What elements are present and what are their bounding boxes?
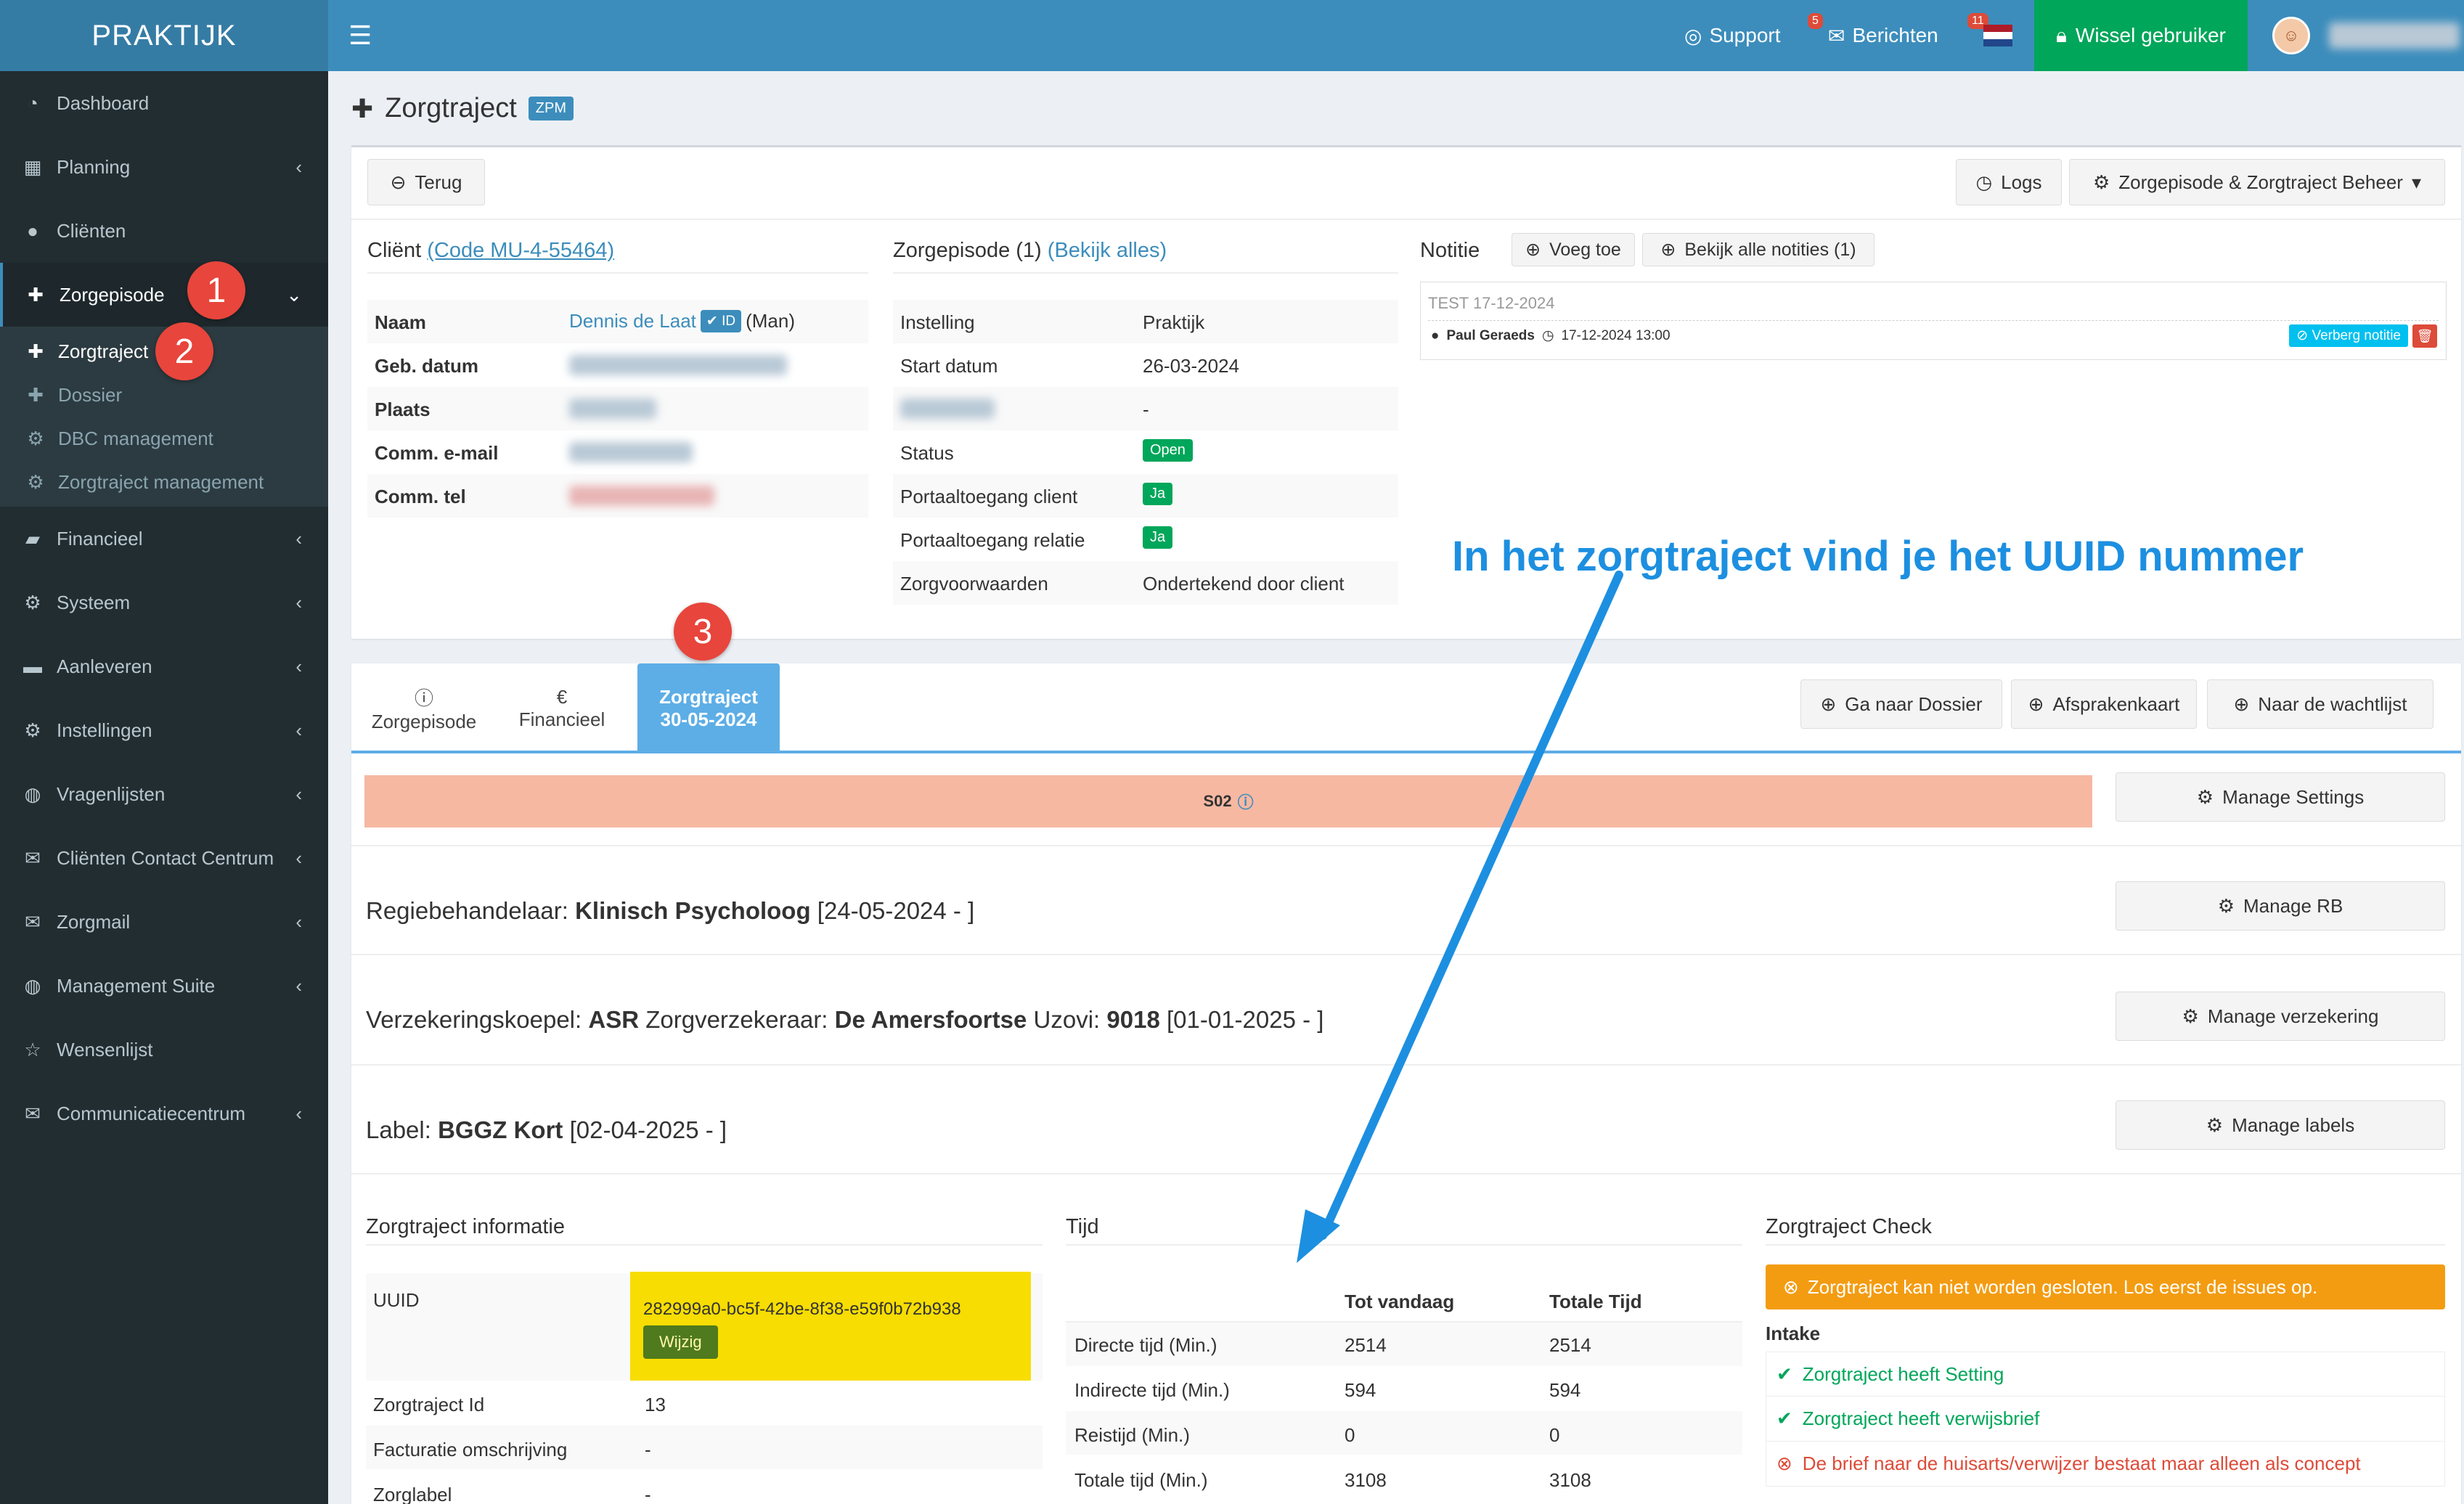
chevron-left-icon: ‹ (295, 591, 302, 613)
switch-user-button[interactable]: 🔒︎ Wissel gebruiker (2034, 0, 2248, 71)
sidebar-item-aanleveren[interactable]: ▬ Aanleveren ‹ (0, 634, 328, 698)
medkit-icon: ✚ (28, 383, 44, 406)
sidebar-item-financieel[interactable]: ▰ Financieel ‹ (0, 507, 328, 571)
sidebar-item-planning[interactable]: ▦ Planning ‹ (0, 135, 328, 199)
sidebar-item-label: Wensenlijst (57, 1038, 153, 1060)
annotation-arrow (1297, 571, 1623, 1263)
sidebar-item-vragenlijsten[interactable]: ◍ Vragenlijsten ‹ (0, 762, 328, 826)
sidebar-item-label: Zorgmail (57, 910, 131, 933)
step-marker-2: 2 (155, 322, 213, 380)
star-icon: ☆ (24, 1038, 41, 1060)
book-icon: ▰ (25, 527, 40, 549)
sidebar-item-label: Vragenlijsten (57, 782, 166, 805)
chevron-down-icon: ⌄ (286, 283, 302, 306)
medkit-icon: ✚ (28, 283, 44, 306)
support-button[interactable]: ◎ Support 5 (1684, 0, 1823, 71)
sidebar-item-label: Communicatiecentrum (57, 1102, 246, 1124)
chevron-left-icon: ‹ (295, 910, 302, 933)
sidebar-item-label: Planning (57, 155, 131, 178)
dutch-flag-icon (1983, 25, 2012, 46)
messages-button[interactable]: ✉ Berichten 11 (1828, 0, 1988, 71)
sidebar-subitem-zorgtraject-management[interactable]: ⚙ Zorgtraject management (0, 460, 328, 504)
user-icon: ● (27, 219, 38, 242)
globe-icon: ◍ (24, 782, 41, 805)
menu-toggle-icon[interactable]: ☰ (348, 20, 372, 51)
sidebar-item-label: Management Suite (57, 974, 216, 997)
envelope-icon: ✉ (25, 1102, 41, 1124)
sidebar-item-instellingen[interactable]: ⚙ Instellingen ‹ (0, 698, 328, 762)
sidebar-item-zorgepisode[interactable]: ✚ Zorgepisode ⌄ (0, 263, 328, 327)
user-menu[interactable]: ☺ (2272, 0, 2460, 71)
chevron-left-icon: ‹ (295, 719, 302, 741)
globe-icon: ◍ (24, 974, 41, 997)
sidebar-subitem-label: Zorgtraject (58, 340, 149, 362)
envelope-icon: ✉ (1828, 24, 1845, 47)
chevron-left-icon: ‹ (295, 527, 302, 549)
avatar: ☺ (2272, 17, 2310, 54)
sidebar-subitem-label: Zorgtraject management (58, 470, 264, 493)
redacted-username (2329, 23, 2460, 49)
sidebar-item-label: Financieel (57, 527, 143, 549)
support-label: Support (1709, 24, 1781, 46)
calendar-icon: ▦ (23, 155, 42, 178)
sidebar-subitem-dbc-management[interactable]: ⚙ DBC management (0, 417, 328, 460)
lock-icon: 🔒︎ (2056, 23, 2067, 46)
step-marker-1: 1 (187, 261, 245, 319)
dashboard-icon: ◔ (27, 91, 38, 114)
support-badge: 5 (1808, 13, 1823, 29)
gear-icon: ⚙ (24, 719, 41, 741)
chevron-left-icon: ‹ (295, 782, 302, 805)
chevron-left-icon: ‹ (295, 655, 302, 677)
main-content: ✚ Zorgtraject ZPM ⊖ Terug ◷ Logs ⚙ Zorge… (328, 71, 2464, 1504)
sidebar-item-communicatiecentrum[interactable]: ✉ Communicatiecentrum ‹ (0, 1082, 328, 1145)
top-navbar: ☰ ◎ Support 5 ✉ Berichten 11 🔒︎ Wissel g… (328, 0, 2464, 71)
truck-icon: ▬ (23, 655, 42, 677)
sidebar-item-clienten[interactable]: ● Cliënten (0, 199, 328, 263)
sidebar-item-label: Cliënten (57, 219, 126, 242)
chevron-left-icon: ‹ (295, 846, 302, 869)
sidebar-subitem-label: Dossier (58, 383, 123, 406)
sidebar-item-wensenlijst[interactable]: ☆ Wensenlijst (0, 1018, 328, 1082)
language-switch[interactable] (1983, 0, 2012, 71)
sidebar-item-label: Cliënten Contact Centrum (57, 846, 274, 869)
arrow-shaft (1318, 571, 1623, 1240)
sidebar-subitem-label: DBC management (58, 427, 213, 449)
envelope-icon: ✉ (25, 910, 41, 933)
sidebar-item-management-suite[interactable]: ◍ Management Suite ‹ (0, 954, 328, 1018)
chevron-left-icon: ‹ (295, 974, 302, 997)
gear-icon: ⚙ (27, 470, 44, 493)
sidebar-item-label: Instellingen (57, 719, 152, 741)
lifebuoy-icon: ◎ (1684, 24, 1702, 47)
sidebar-item-label: Aanleveren (57, 655, 152, 677)
sidebar-subitem-dossier[interactable]: ✚ Dossier (0, 373, 328, 417)
switch-user-label: Wissel gebruiker (2075, 24, 2226, 46)
sidebar-item-label: Zorgepisode (60, 283, 165, 306)
sidebar-item-label: Dashboard (57, 91, 150, 114)
sidebar-item-dashboard[interactable]: ◔ Dashboard (0, 71, 328, 135)
sidebar: PRAKTIJK ◔ Dashboard ▦ Planning ‹ ● Clië… (0, 0, 328, 1504)
chevron-left-icon: ‹ (295, 155, 302, 178)
medkit-icon: ✚ (28, 340, 44, 362)
sidebar-item-label: Systeem (57, 591, 131, 613)
sidebar-item-clienten-contact-centrum[interactable]: ✉ Cliënten Contact Centrum ‹ (0, 826, 328, 890)
cogs-icon: ⚙ (24, 591, 41, 613)
sidebar-item-zorgmail[interactable]: ✉ Zorgmail ‹ (0, 890, 328, 954)
sidebar-item-systeem[interactable]: ⚙ Systeem ‹ (0, 571, 328, 634)
app-logo[interactable]: PRAKTIJK (0, 0, 328, 71)
messages-label: Berichten (1852, 24, 1938, 46)
gear-icon: ⚙ (27, 427, 44, 449)
envelope-icon: ✉ (25, 846, 41, 869)
chevron-left-icon: ‹ (295, 1102, 302, 1124)
